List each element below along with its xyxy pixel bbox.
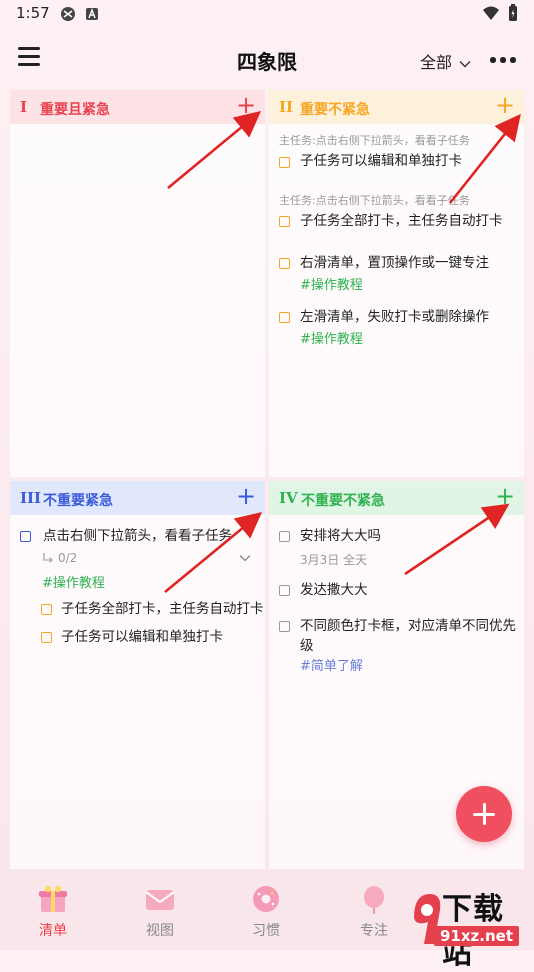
battery-icon [509, 4, 517, 21]
add-task-fab[interactable] [456, 786, 512, 842]
task-title[interactable]: 安排将大大吗 [300, 527, 381, 546]
task-tag[interactable]: #简单了解 [300, 655, 363, 674]
quadrant-important-urgent: I 重要且紧急 + [10, 90, 265, 477]
task-checkbox[interactable] [279, 531, 290, 542]
task-title[interactable]: 发达撒大大 [300, 581, 368, 600]
filter-dropdown[interactable]: 全部 [420, 49, 471, 73]
gift-list-icon [39, 885, 67, 912]
quadrant-not-important-urgent: III 不重要紧急 + 点击右侧下拉箭头，看看子任务 0/2 #操作教程 子任务… [10, 481, 265, 869]
task-date: 3月3日 全天 [300, 553, 368, 567]
nav-label: 清单 [39, 923, 67, 939]
task-checkbox[interactable] [279, 585, 290, 596]
task-checkbox[interactable] [20, 531, 31, 542]
quadrant-header: I 重要且紧急 + [10, 90, 265, 124]
subtask-checkbox[interactable] [41, 604, 52, 615]
status-bar: 1:57 [0, 0, 534, 28]
quadrant-numeral: IV [279, 489, 298, 507]
parent-task-hint: 主任务:点击右侧下拉箭头，看看子任务 [279, 194, 470, 207]
balloon-focus-icon [364, 886, 384, 914]
status-time: 1:57 [16, 4, 50, 22]
add-task-icon[interactable]: + [494, 484, 516, 509]
task-title[interactable]: 左滑清单，失败打卡或删除操作 [300, 308, 489, 327]
add-task-icon[interactable]: + [494, 93, 516, 118]
task-checkbox[interactable] [279, 157, 290, 168]
quadrant-numeral: I [20, 98, 28, 116]
subtask-icon [43, 553, 53, 563]
a-notification-icon [86, 8, 98, 20]
task-tag[interactable]: #操作教程 [300, 328, 363, 347]
task-title-continued[interactable]: 级 [300, 637, 314, 656]
task-title[interactable]: 子任务全部打卡，主任务自动打卡 [300, 212, 503, 231]
parent-task-hint: 主任务:点击右侧下拉箭头，看看子任务 [279, 134, 470, 147]
more-icon[interactable] [488, 49, 518, 69]
app-notification-icon [61, 7, 75, 21]
quadrant-header: IV 不重要不紧急 + [269, 481, 524, 515]
chevron-down-icon[interactable] [239, 554, 251, 562]
subtask-progress: 0/2 [58, 551, 78, 565]
quadrant-important-not-urgent: II 重要不紧急 + 主任务:点击右侧下拉箭头，看看子任务 子任务可以编辑和单独… [269, 90, 524, 477]
task-tag[interactable]: #操作教程 [300, 274, 363, 293]
nav-label: 视图 [146, 923, 174, 939]
chevron-down-icon [459, 60, 471, 67]
add-task-icon[interactable]: + [235, 93, 257, 118]
task-title[interactable]: 右滑清单，置顶操作或一键专注 [300, 254, 489, 273]
donut-habit-icon [253, 886, 279, 912]
subtask-checkbox[interactable] [41, 632, 52, 643]
task-title[interactable]: 子任务可以编辑和单独打卡 [300, 152, 462, 171]
task-checkbox[interactable] [279, 258, 290, 269]
wifi-icon [483, 6, 499, 20]
subtask-title[interactable]: 子任务可以编辑和单独打卡 [61, 628, 223, 647]
filter-label: 全部 [420, 53, 453, 72]
watermark-url: 91xz.net [434, 926, 520, 946]
app-header: 四象限 全部 [0, 36, 534, 84]
nav-label: 专注 [360, 923, 388, 939]
envelope-view-icon [145, 890, 175, 910]
add-task-icon[interactable]: + [235, 484, 257, 509]
task-checkbox[interactable] [279, 312, 290, 323]
quadrant-numeral: II [279, 98, 294, 116]
site-watermark: 下载站 91xz.net [410, 884, 534, 971]
quadrant-title: 不重要不紧急 [301, 493, 385, 509]
subtask-title[interactable]: 子任务全部打卡，主任务自动打卡 [61, 600, 264, 619]
quadrant-title: 重要且紧急 [40, 102, 110, 118]
task-title[interactable]: 点击右侧下拉箭头，看看子任务 [43, 527, 232, 546]
quadrant-title: 重要不紧急 [300, 102, 370, 118]
task-checkbox[interactable] [279, 621, 290, 632]
quadrant-header: II 重要不紧急 + [269, 90, 524, 124]
nav-label: 习惯 [252, 923, 280, 939]
task-tag[interactable]: #操作教程 [42, 572, 105, 591]
quadrant-title: 不重要紧急 [43, 493, 113, 509]
task-checkbox[interactable] [279, 216, 290, 227]
quadrant-header: III 不重要紧急 + [10, 481, 265, 515]
task-title[interactable]: 不同颜色打卡框，对应清单不同优先 [300, 617, 516, 636]
quadrant-numeral: III [20, 489, 42, 507]
